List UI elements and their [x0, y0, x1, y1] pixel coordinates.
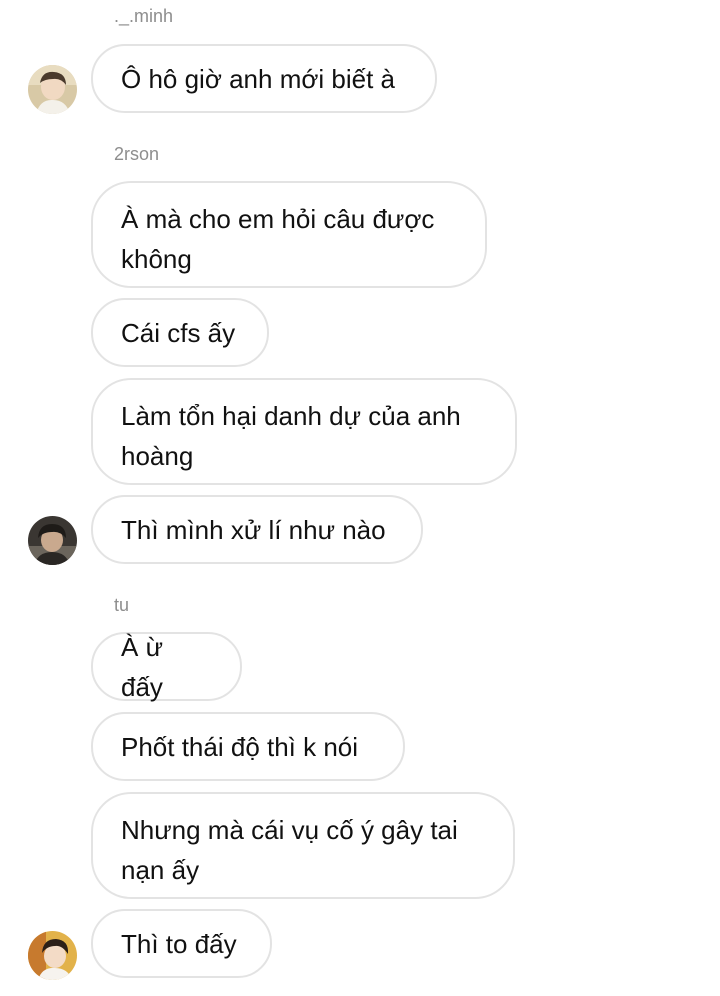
- message-bubble[interactable]: Ô hô giờ anh mới biết à: [91, 44, 437, 113]
- user-avatar-icon[interactable]: [28, 931, 77, 980]
- message-text: Làm tổn hại danh dự của anh hoàng: [121, 401, 461, 471]
- message-bubble[interactable]: Làm tổn hại danh dự của anh hoàng: [91, 378, 517, 485]
- message-text: Thì mình xử lí như nào: [121, 514, 386, 545]
- message-bubble[interactable]: À mà cho em hỏi câu được không: [91, 181, 487, 288]
- message-bubble[interactable]: À ừ đấy: [91, 632, 242, 702]
- message-text: Nhưng mà cái vụ cố ý gây tai nạn ấy: [121, 815, 458, 885]
- sender-name: tu: [114, 595, 130, 615]
- message-bubble[interactable]: Thì to đấy: [91, 909, 272, 978]
- message-text: Cái cfs ấy: [121, 317, 236, 348]
- message-bubble[interactable]: Phốt thái độ thì k nói: [91, 712, 405, 781]
- message-text: Ô hô giờ anh mới biết à: [121, 63, 396, 94]
- message-text: Phốt thái độ thì k nói: [121, 731, 359, 762]
- message-text: À mà cho em hỏi câu được không: [121, 204, 435, 274]
- message-bubble[interactable]: Nhưng mà cái vụ cố ý gây tai nạn ấy: [91, 792, 515, 899]
- user-avatar-icon[interactable]: [28, 65, 77, 114]
- user-avatar-icon[interactable]: [28, 516, 77, 565]
- sender-name: ._.minh: [114, 6, 174, 26]
- message-bubble[interactable]: Cái cfs ấy: [91, 298, 269, 367]
- sender-name: 2rson: [114, 144, 160, 164]
- message-text: À ừ đấy: [121, 631, 163, 702]
- message-bubble[interactable]: Thì mình xử lí như nào: [91, 495, 423, 564]
- message-text: Thì to đấy: [121, 928, 237, 959]
